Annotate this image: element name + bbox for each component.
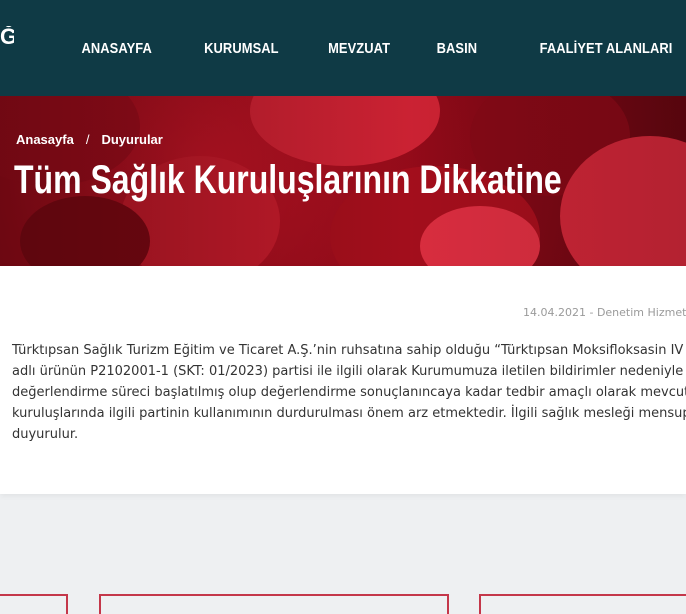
article-card: 14.04.2021 - Denetim Hizmetl Türktıpsan … (0, 266, 686, 494)
article-line: Türktıpsan Sağlık Turizm Eğitim ve Ticar… (12, 343, 686, 358)
page-title: Tüm Sağlık Kuruluşlarının Dikkatine (14, 158, 562, 202)
nav-item-kurumsal[interactable]: KURUMSAL (204, 40, 279, 57)
article-line: değerlendirme süreci başlatılmış olup de… (12, 385, 686, 400)
hero-banner: Anasayfa / Duyurular Tüm Sağlık Kuruluşl… (0, 96, 686, 266)
related-card[interactable] (479, 594, 686, 614)
nav-item-mevzuat[interactable]: MEVZUAT (328, 40, 390, 57)
main-nav: ANASAYFA KURUMSAL MEVZUAT BASIN FAALİYET… (70, 0, 672, 96)
article-line: duyurulur. (12, 427, 79, 442)
breadcrumb-current[interactable]: Duyurular (101, 132, 162, 147)
site-header: ĞI ANASAYFA KURUMSAL MEVZUAT BASIN FAALİ… (0, 0, 686, 96)
breadcrumb-separator: / (85, 132, 90, 147)
breadcrumb-home[interactable]: Anasayfa (16, 132, 74, 147)
related-card[interactable] (99, 594, 449, 614)
logo-text: ĞI (0, 26, 14, 49)
article-meta: 14.04.2021 - Denetim Hizmetl (523, 306, 686, 319)
article-line: kuruluşlarında ilgili partinin kullanımı… (12, 406, 686, 421)
related-card[interactable] (0, 594, 68, 614)
nav-item-faaliyet-alanlari[interactable]: FAALİYET ALANLARI (539, 40, 672, 57)
nav-item-basin[interactable]: BASIN (437, 40, 478, 57)
article-line: adlı ürünün P2102001-1 (SKT: 01/2023) pa… (12, 364, 686, 379)
article-body: Türktıpsan Sağlık Turizm Eğitim ve Ticar… (12, 340, 686, 445)
breadcrumb: Anasayfa / Duyurular (16, 132, 163, 147)
site-logo[interactable]: ĞI (0, 26, 14, 62)
nav-item-anasayfa[interactable]: ANASAYFA (81, 40, 151, 57)
